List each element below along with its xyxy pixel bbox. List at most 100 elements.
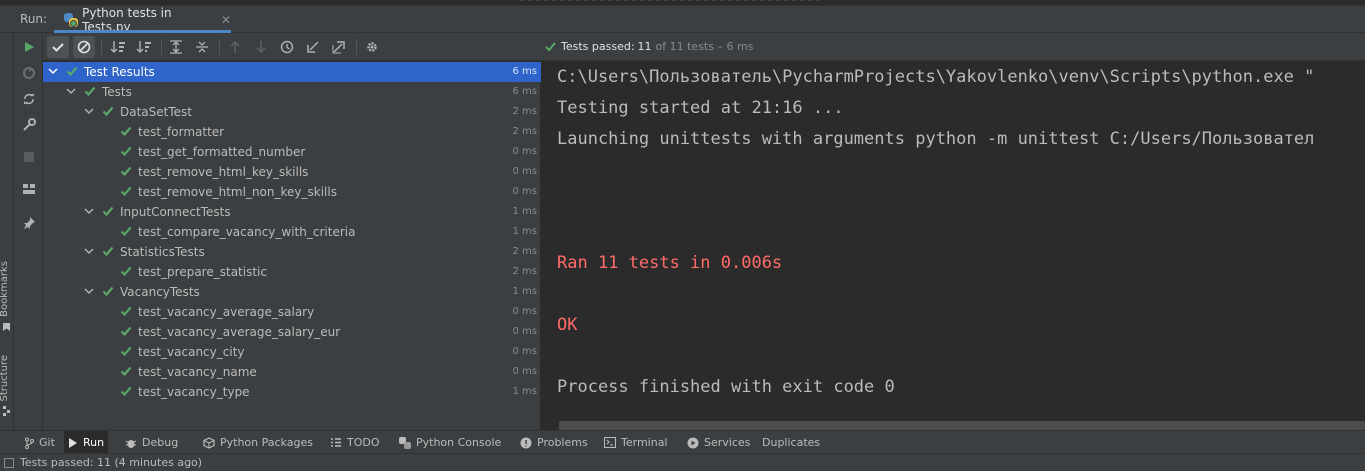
status-bar-message: Tests passed: 11 (4 minutes ago)	[20, 456, 203, 469]
problems-icon	[520, 437, 532, 449]
export-tests-icon[interactable]	[328, 36, 350, 58]
test-tree-row[interactable]: test_vacancy_average_salary_eur 0 ms	[43, 322, 541, 342]
sort-by-duration-icon[interactable]	[133, 36, 155, 58]
tool-window-tab-label: Python Console	[416, 436, 502, 449]
test-duration: 1 ms	[512, 206, 538, 217]
rerun-failed-icon[interactable]	[18, 62, 39, 83]
collapse-all-icon[interactable]	[191, 36, 213, 58]
test-tree-row[interactable]: test_get_formatted_number 0 ms	[43, 142, 541, 162]
test-tree-row[interactable]: Tests 6 ms	[43, 82, 541, 102]
test-duration: 0 ms	[512, 306, 538, 317]
tool-window-tab-terminal[interactable]: Terminal	[600, 431, 672, 454]
passed-check-icon	[545, 41, 556, 51]
passed-check-icon	[120, 225, 132, 237]
import-tests-icon[interactable]	[302, 36, 324, 58]
passed-check-icon	[120, 385, 132, 397]
next-failed-arrow-icon[interactable]	[250, 36, 272, 58]
test-tree-row[interactable]: VacancyTests 1 ms	[43, 282, 541, 302]
stop-icon[interactable]	[18, 146, 39, 167]
close-tab-icon[interactable]: ✕	[221, 13, 231, 27]
passed-check-icon	[120, 345, 132, 357]
test-name: test_vacancy_average_salary_eur	[138, 325, 341, 339]
test-duration: 0 ms	[512, 346, 538, 357]
tool-window-tab-duplicates[interactable]: Duplicates	[758, 431, 824, 454]
test-tree-row[interactable]: test_vacancy_average_salary 0 ms	[43, 302, 541, 322]
bookmark-icon[interactable]	[2, 321, 11, 331]
debug-bug-icon	[125, 437, 137, 449]
passed-check-icon	[66, 65, 78, 77]
python-console-icon	[399, 436, 411, 449]
test-tree-row[interactable]: test_remove_html_key_skills 0 ms	[43, 162, 541, 182]
test-name: StatisticsTests	[120, 245, 205, 259]
layout-icon[interactable]	[18, 178, 39, 199]
tool-window-tab-debug[interactable]: Debug	[121, 431, 182, 454]
tool-window-tab-todo[interactable]: TODO	[326, 431, 384, 454]
tool-windows-toggle-icon[interactable]	[4, 458, 14, 468]
wrench-settings-icon[interactable]	[18, 114, 39, 135]
structure-icon[interactable]	[2, 405, 11, 417]
test-name: test_prepare_statistic	[138, 265, 267, 279]
rerun-play-icon[interactable]	[18, 36, 39, 57]
tests-total-duration: of 11 tests – 6 ms	[655, 40, 754, 53]
test-tree-row[interactable]: test_compare_vacancy_with_criteria 1 ms	[43, 222, 541, 242]
show-ignored-toggle-icon[interactable]	[73, 36, 95, 58]
tool-window-tab-services[interactable]: Services	[683, 431, 754, 454]
chevron-down-icon[interactable]	[65, 85, 77, 97]
test-tree-row[interactable]: test_vacancy_name 0 ms	[43, 362, 541, 382]
test-name: VacancyTests	[120, 285, 200, 299]
tool-window-tab-problems[interactable]: Problems	[516, 431, 592, 454]
run-tool-header: Run: Python tests in Tests.py ✕	[0, 6, 1365, 34]
tool-window-tab-label: Run	[83, 436, 105, 449]
tool-window-tab-python-console[interactable]: Python Console	[395, 431, 505, 454]
test-tree-row[interactable]: DataSetTest 2 ms	[43, 102, 541, 122]
pin-tab-icon[interactable]	[18, 212, 39, 233]
run-config-tab[interactable]: Python tests in Tests.py ✕	[54, 6, 231, 34]
passed-check-icon	[102, 205, 114, 217]
console-line: Launching unittests with arguments pytho…	[557, 129, 1315, 149]
sort-alphabetically-icon[interactable]	[107, 36, 129, 58]
toggle-auto-test-icon[interactable]	[18, 88, 39, 109]
test-tree-row[interactable]: test_vacancy_city 0 ms	[43, 342, 541, 362]
toolbar-separator	[219, 39, 220, 55]
tool-window-tab-run[interactable]: Run	[64, 431, 109, 454]
terminal-icon	[604, 437, 616, 448]
test-tree-row[interactable]: Test Results 6 ms	[43, 62, 541, 82]
test-name: test_get_formatted_number	[138, 145, 306, 159]
console-line: OK	[557, 315, 578, 335]
chevron-down-icon[interactable]	[83, 285, 95, 297]
tool-window-tab-label: TODO	[347, 436, 380, 449]
gear-settings-icon[interactable]	[361, 36, 383, 58]
test-duration: 1 ms	[512, 226, 538, 237]
chevron-down-icon[interactable]	[83, 105, 95, 117]
previous-failed-arrow-icon[interactable]	[224, 36, 246, 58]
test-results-tree: Test Results 6 ms Tests 6 ms DataSetTest 2 ms…	[43, 62, 541, 430]
console-line: Testing started at 21:16 ...	[557, 98, 844, 118]
tool-window-tab-git[interactable]: Git	[20, 431, 59, 454]
passed-check-icon	[120, 125, 132, 137]
tool-window-tab-label: Terminal	[621, 436, 668, 449]
console-output[interactable]: C:\Users\Пользователь\PycharmProjects\Ya…	[541, 62, 1365, 430]
structure-tool-label[interactable]: Structure	[0, 355, 10, 402]
test-name: test_vacancy_type	[138, 385, 250, 399]
test-tree-row[interactable]: test_vacancy_type 1 ms	[43, 382, 541, 402]
tool-window-tab-label: Python Packages	[220, 436, 313, 449]
chevron-down-icon[interactable]	[47, 65, 59, 77]
test-duration: 6 ms	[512, 86, 538, 97]
tool-window-tab-python-packages[interactable]: Python Packages	[199, 431, 317, 454]
show-passed-toggle-icon[interactable]	[47, 36, 69, 58]
test-history-clock-icon[interactable]	[276, 36, 298, 58]
chevron-down-icon[interactable]	[83, 245, 95, 257]
test-tree-row[interactable]: test_remove_html_non_key_skills 0 ms	[43, 182, 541, 202]
expand-all-icon[interactable]	[165, 36, 187, 58]
test-tree-row[interactable]: test_prepare_statistic 2 ms	[43, 262, 541, 282]
passed-check-icon	[120, 265, 132, 277]
bookmarks-tool-label[interactable]: Bookmarks	[0, 261, 10, 317]
tool-window-tab-label: Debug	[142, 436, 179, 449]
test-name: test_compare_vacancy_with_criteria	[138, 225, 356, 239]
test-tree-row[interactable]: InputConnectTests 1 ms	[43, 202, 541, 222]
test-tree-row[interactable]: test_formatter 2 ms	[43, 122, 541, 142]
test-duration: 2 ms	[512, 126, 538, 137]
console-horizontal-scrollbar[interactable]	[559, 421, 1365, 430]
test-tree-row[interactable]: StatisticsTests 2 ms	[43, 242, 541, 262]
chevron-down-icon[interactable]	[83, 205, 95, 217]
